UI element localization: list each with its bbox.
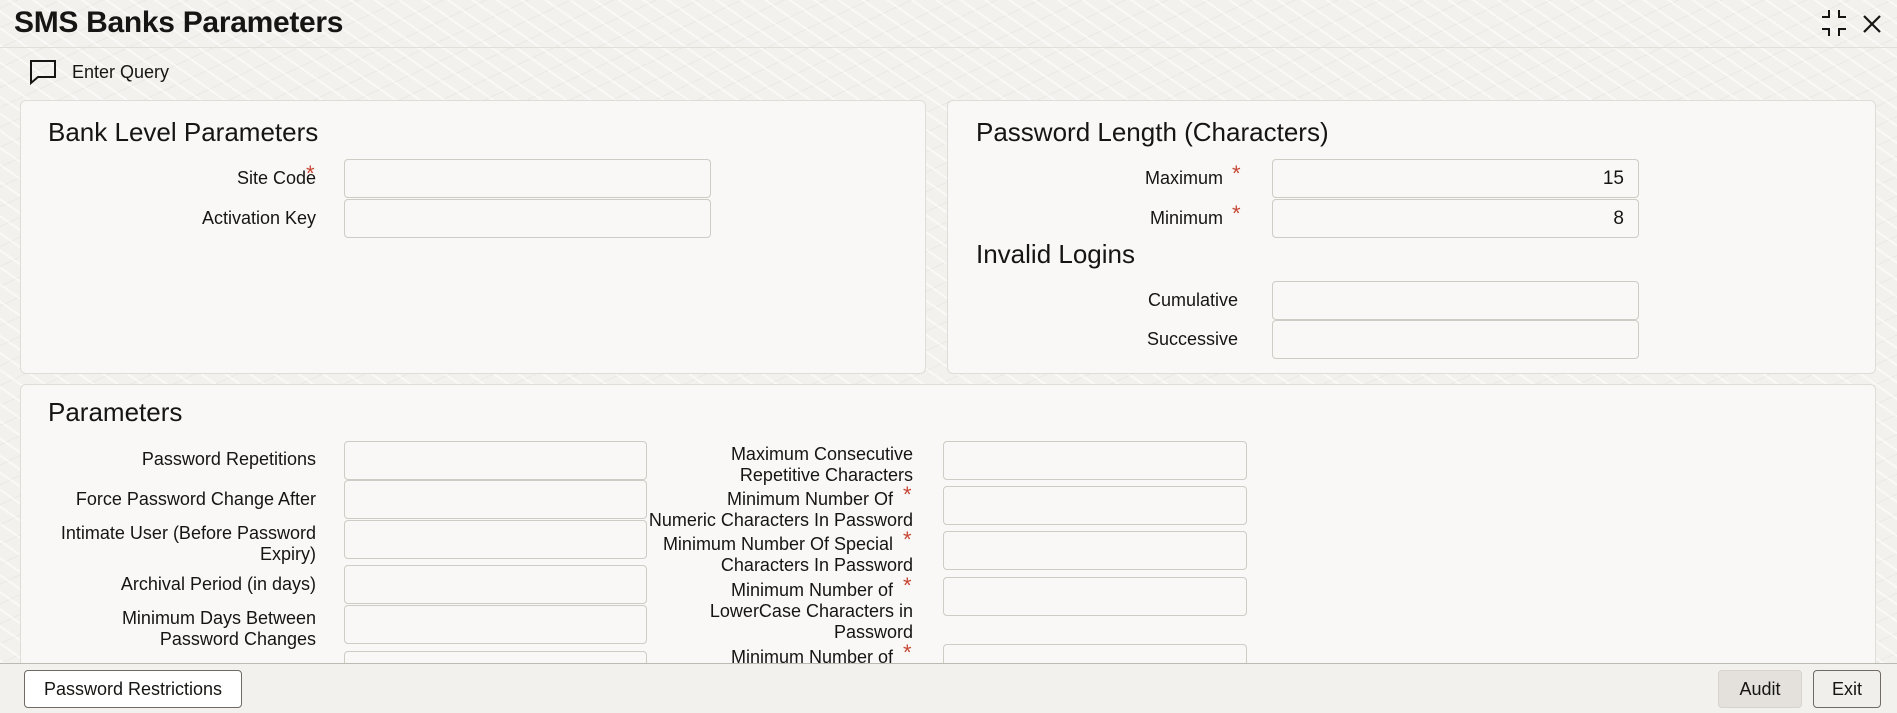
footer-bar: Password Restrictions Audit Exit [0,663,1897,713]
title-bar: SMS Banks Parameters [0,0,1897,48]
required-marker: * [1232,161,1241,186]
minimum-input[interactable] [1272,199,1639,238]
password-length-title: Password Length (Characters) [976,117,1329,147]
archival-period-label: Archival Period (in days) [120,574,316,594]
successive-label: Successive [1146,329,1238,349]
audit-button[interactable]: Audit [1718,670,1802,708]
intimate-user-label-line1: Intimate User (Before Password [60,523,316,543]
enter-query-button[interactable]: Enter Query [28,58,169,86]
parameters-title: Parameters [48,397,183,427]
archival-period-input[interactable] [344,565,647,604]
required-marker: * [903,640,912,665]
required-marker: * [903,527,912,552]
invalid-logins-title: Invalid Logins [976,239,1135,269]
min-special-label-line2: Characters In Password [720,555,913,575]
min-lowercase-label-line3: Password [833,622,913,642]
comment-icon [30,60,56,86]
password-length-panel: Password Length (Characters) Maximum * M… [947,100,1876,374]
site-code-label: Site Code [236,168,316,188]
activation-key-label: Activation Key [201,208,316,228]
intimate-user-input[interactable] [344,520,647,559]
enter-query-label: Enter Query [72,61,170,82]
bank-level-panel: Bank Level Parameters Site Code * Activa… [20,100,926,374]
page-title: SMS Banks Parameters [14,6,344,39]
min-lowercase-input[interactable] [943,577,1247,616]
max-consecutive-label-line1: Maximum Consecutive [730,444,913,464]
min-numeric-label-line1: Minimum Number Of [726,489,893,509]
cumulative-label: Cumulative [1147,290,1238,310]
maximize-icon[interactable] [1820,8,1848,38]
min-days-input[interactable] [344,605,647,644]
parameters-panel: Parameters Password Repetitions Force Pa… [20,384,1876,690]
password-repetitions-label: Password Repetitions [141,449,316,469]
password-repetitions-input[interactable] [344,441,647,480]
min-numeric-input[interactable] [943,486,1247,525]
min-numeric-label-line2: Numeric Characters In Password [648,510,913,530]
required-marker: * [903,482,912,507]
successive-input[interactable] [1272,320,1639,359]
min-special-label-line1: Minimum Number Of Special [662,534,893,554]
close-icon[interactable] [1858,8,1886,38]
min-days-label-line1: Minimum Days Between [121,608,316,628]
min-lowercase-label-line2: LowerCase Characters in [709,601,913,621]
site-code-input[interactable] [344,159,711,198]
min-special-input[interactable] [943,531,1247,570]
maximum-label: Maximum [1144,168,1223,188]
bank-level-title: Bank Level Parameters [48,117,319,147]
force-password-change-input[interactable] [344,480,647,519]
max-consecutive-input[interactable] [943,441,1247,480]
activation-key-input[interactable] [344,199,711,238]
exit-button[interactable]: Exit [1813,670,1881,708]
minimum-label: Minimum [1149,208,1223,228]
min-days-label-line2: Password Changes [159,629,316,649]
maximum-input[interactable] [1272,159,1639,198]
required-marker: * [1232,201,1241,226]
required-marker: * [306,161,315,186]
password-restrictions-button[interactable]: Password Restrictions [24,670,242,708]
required-marker: * [903,573,912,598]
min-lowercase-label-line1: Minimum Number of [730,580,893,600]
cumulative-input[interactable] [1272,281,1639,320]
force-password-change-label: Force Password Change After [75,489,316,509]
max-consecutive-label-line2: Repetitive Characters [739,465,913,485]
intimate-user-label-line2: Expiry) [259,544,316,564]
